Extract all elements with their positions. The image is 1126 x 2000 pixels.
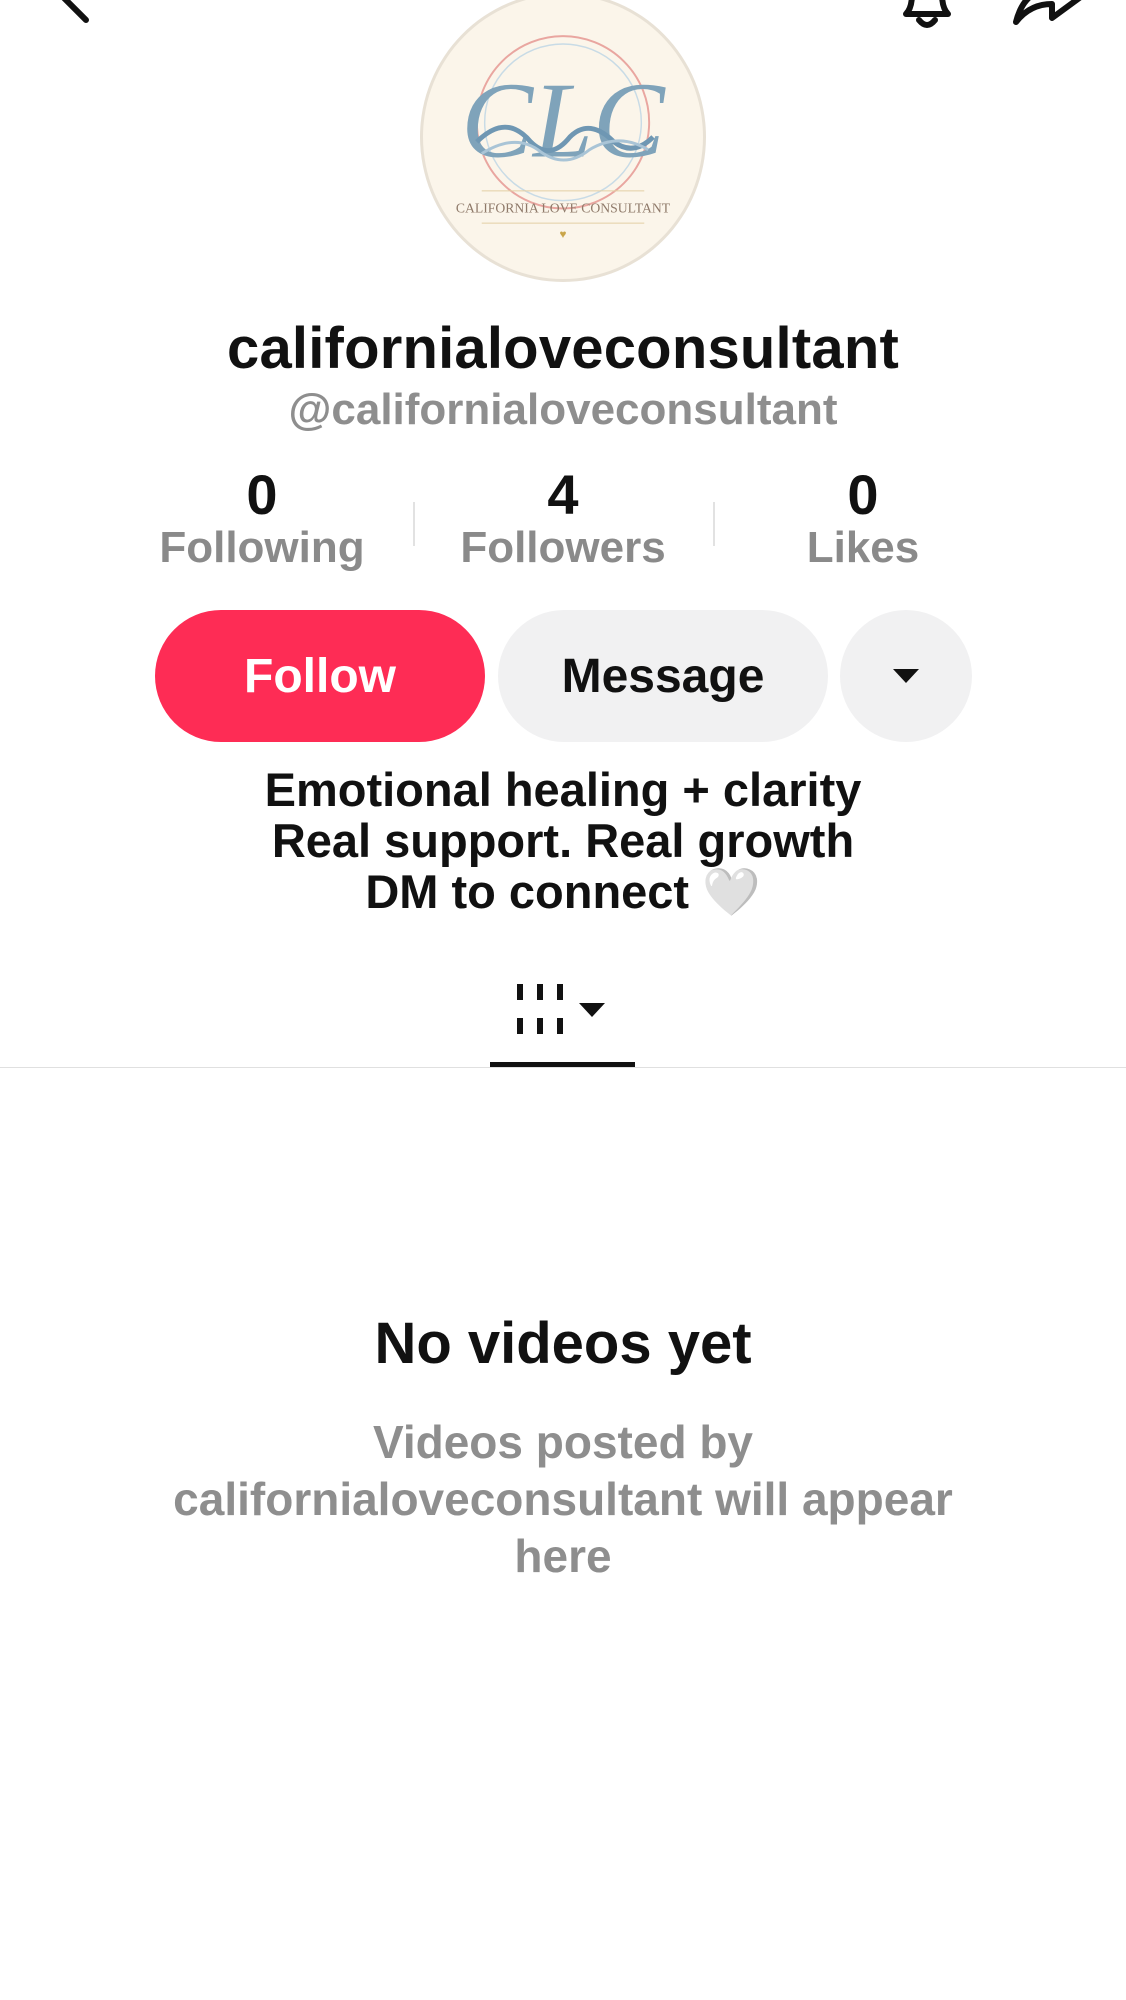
grid-icon	[517, 984, 563, 1034]
following-count: 0	[246, 463, 278, 526]
bio-line-1: Emotional healing + clarity	[264, 763, 862, 816]
caret-down-icon	[579, 1003, 605, 1017]
message-button[interactable]: Message	[498, 610, 828, 742]
avatar-caption: CALIFORNIA LOVE CONSULTANT	[456, 200, 671, 215]
bio-line-2: Real support. Real growth	[271, 814, 855, 867]
stat-divider	[413, 502, 415, 546]
followers-count: 4	[547, 463, 579, 526]
more-options-button[interactable]	[840, 610, 972, 742]
back-arrow-icon[interactable]	[40, 0, 100, 30]
heart-emoji: 🤍	[702, 865, 761, 918]
stat-likes[interactable]: 0 Likes	[743, 463, 983, 572]
divider	[0, 1067, 1126, 1068]
caret-down-icon	[893, 669, 919, 683]
bio: Emotional healing + clarity Real support…	[0, 764, 1126, 917]
empty-state-title: No videos yet	[374, 1311, 752, 1376]
following-label: Following	[159, 522, 365, 572]
stat-followers[interactable]: 4 Followers	[443, 463, 683, 572]
empty-state-description: Videos posted by californialoveconsultan…	[173, 1416, 953, 1582]
likes-count: 0	[847, 463, 879, 526]
follow-button[interactable]: Follow	[155, 610, 485, 742]
tab-videos[interactable]	[490, 980, 630, 1040]
stat-divider	[713, 502, 715, 546]
display-name: californialoveconsultant	[227, 316, 899, 381]
bell-icon[interactable]	[892, 0, 962, 32]
likes-label: Likes	[806, 522, 920, 572]
svg-text:♥: ♥	[560, 228, 567, 241]
avatar[interactable]: CLC CALIFORNIA LOVE CONSULTANT ♥	[420, 0, 706, 282]
stat-following[interactable]: 0 Following	[142, 463, 382, 572]
share-icon[interactable]	[1008, 0, 1088, 30]
avatar-monogram: CLC	[461, 62, 666, 181]
followers-label: Followers	[460, 522, 666, 572]
bio-line-3: DM to connect	[365, 865, 690, 918]
username-handle: @californialoveconsultant	[288, 385, 838, 434]
